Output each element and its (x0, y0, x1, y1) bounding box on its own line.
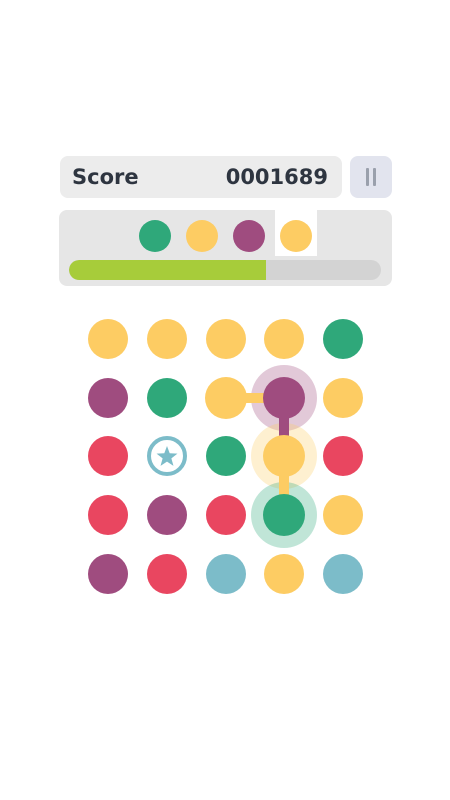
dot-red[interactable] (206, 495, 246, 535)
dot-yellow[interactable] (147, 319, 187, 359)
dot-yellow[interactable] (323, 495, 363, 535)
dot-green[interactable] (263, 494, 305, 536)
game-screen: Score 0001689 (0, 0, 450, 800)
game-board[interactable] (0, 0, 450, 800)
dot-red[interactable] (323, 436, 363, 476)
star-icon (156, 446, 178, 466)
dot-red[interactable] (88, 436, 128, 476)
dot-yellow[interactable] (323, 378, 363, 418)
dot-teal[interactable] (323, 554, 363, 594)
dot-teal[interactable] (206, 554, 246, 594)
dot-purple[interactable] (263, 377, 305, 419)
dot-red[interactable] (88, 495, 128, 535)
dot-yellow[interactable] (264, 554, 304, 594)
dot-green[interactable] (147, 378, 187, 418)
dot-yellow[interactable] (205, 377, 247, 419)
dot-green[interactable] (323, 319, 363, 359)
dot-red[interactable] (147, 554, 187, 594)
dot-purple[interactable] (147, 495, 187, 535)
dot-yellow[interactable] (263, 435, 305, 477)
dot-yellow[interactable] (88, 319, 128, 359)
dot-green[interactable] (206, 436, 246, 476)
dot-purple[interactable] (88, 554, 128, 594)
dot-yellow[interactable] (206, 319, 246, 359)
dot-yellow[interactable] (264, 319, 304, 359)
dot-purple[interactable] (88, 378, 128, 418)
